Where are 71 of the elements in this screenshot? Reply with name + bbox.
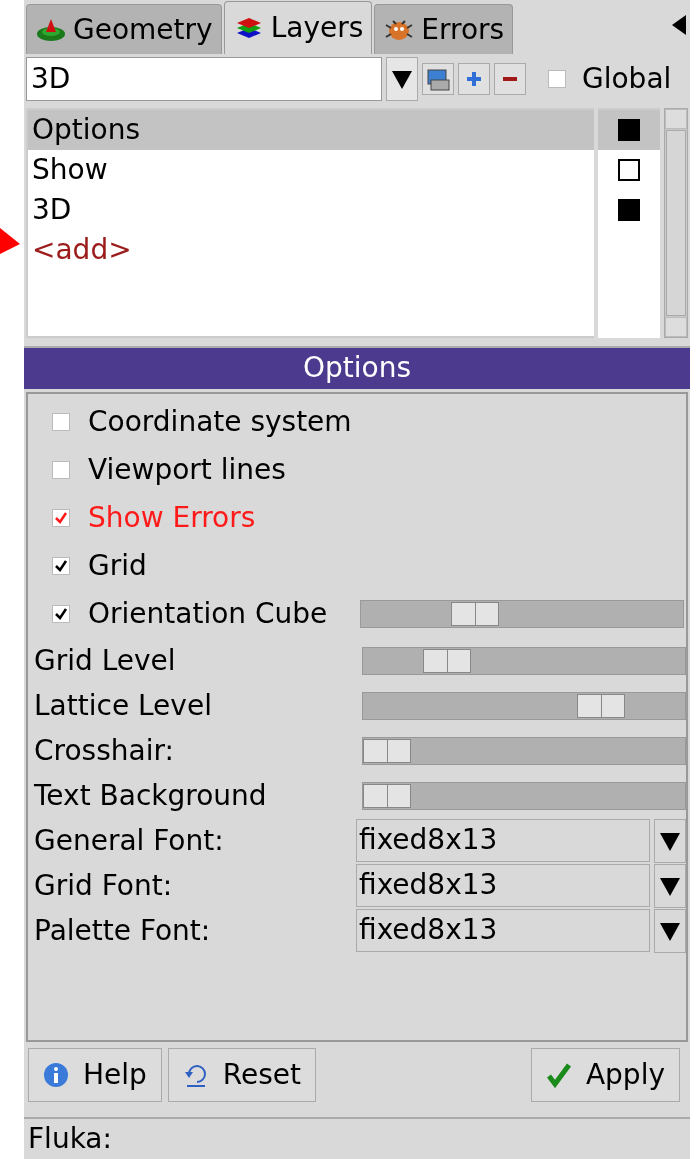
options-header: Options — [24, 345, 690, 390]
tab[interactable]: Layers — [223, 1, 373, 55]
annotation-arrow — [0, 228, 20, 254]
font-label: Grid Font: — [34, 869, 174, 902]
checkbox-label: Coordinate system — [88, 406, 352, 439]
help-button[interactable]: Help — [28, 1048, 162, 1103]
checkmark-icon — [54, 607, 68, 622]
caret-icon — [392, 69, 412, 90]
slider-thumb[interactable] — [576, 693, 625, 718]
caret-icon — [660, 830, 680, 851]
slider-track[interactable] — [362, 781, 686, 810]
checkbox-label: Orientation Cube — [88, 598, 328, 631]
dropdown-button[interactable] — [654, 863, 686, 908]
visibility-toggle[interactable] — [618, 158, 640, 181]
caret-icon — [660, 920, 680, 941]
add-button[interactable] — [458, 63, 490, 96]
status-text: Fluka: — [28, 1122, 112, 1155]
global-label: Global — [582, 63, 672, 96]
layer-item[interactable]: 3D — [28, 189, 594, 230]
undo-icon — [182, 1062, 209, 1089]
checkbox-label: Viewport lines — [88, 454, 286, 487]
dropdown-button[interactable] — [386, 57, 418, 102]
slider-track[interactable] — [360, 600, 684, 629]
tab[interactable]: Errors — [374, 4, 514, 55]
checkbox[interactable] — [52, 509, 70, 528]
slider-track[interactable] — [362, 646, 686, 675]
layer-combo-field[interactable]: 3D — [26, 57, 382, 102]
checkmark-icon — [54, 511, 68, 526]
slider-thumb[interactable] — [423, 648, 472, 673]
font-label: Palette Font: — [34, 914, 212, 947]
checkbox[interactable] — [52, 605, 70, 624]
collapse-arrow-icon[interactable] — [672, 14, 686, 35]
checkmark-icon — [54, 559, 68, 574]
slider-label: Lattice Level — [34, 689, 213, 722]
global-checkbox[interactable] — [548, 70, 566, 89]
slider-label: Text Background — [34, 779, 268, 812]
add-layer-item[interactable]: <add> — [28, 229, 594, 270]
checkmark-icon — [545, 1062, 572, 1089]
layer-item[interactable]: Options — [28, 109, 594, 150]
slider-label: Crosshair: — [34, 734, 175, 767]
slider-thumb[interactable] — [363, 738, 411, 763]
slider-track[interactable] — [362, 736, 686, 765]
monitor-icon — [425, 66, 451, 93]
layer-settings-button[interactable] — [422, 63, 454, 96]
tab[interactable]: Geometry — [26, 4, 222, 55]
font-label: General Font: — [34, 824, 225, 857]
reset-button[interactable]: Reset — [167, 1048, 317, 1103]
font-field[interactable]: fixed8x13 — [356, 908, 650, 952]
slider-track[interactable] — [362, 691, 686, 720]
scrollbar[interactable] — [664, 107, 688, 338]
slider-thumb[interactable] — [451, 602, 500, 627]
info-icon — [43, 1062, 69, 1089]
slider-thumb[interactable] — [363, 783, 411, 808]
apply-button[interactable]: Apply — [530, 1048, 680, 1103]
minus-icon — [503, 77, 517, 82]
remove-button[interactable] — [494, 63, 526, 96]
checkbox[interactable] — [52, 413, 70, 432]
font-field[interactable]: fixed8x13 — [356, 863, 650, 907]
caret-icon — [660, 875, 680, 896]
font-field[interactable]: fixed8x13 — [356, 818, 650, 862]
checkbox-label: Show Errors — [88, 502, 256, 535]
checkbox[interactable] — [52, 557, 70, 576]
dropdown-button[interactable] — [654, 908, 686, 953]
dropdown-button[interactable] — [654, 818, 686, 863]
visibility-toggle[interactable] — [618, 118, 640, 141]
checkbox[interactable] — [52, 461, 70, 480]
visibility-toggle[interactable] — [618, 198, 640, 221]
plus-icon — [465, 70, 483, 89]
layer-item[interactable]: Show — [28, 149, 594, 190]
slider-label: Grid Level — [34, 644, 177, 677]
checkbox-label: Grid — [88, 550, 147, 583]
